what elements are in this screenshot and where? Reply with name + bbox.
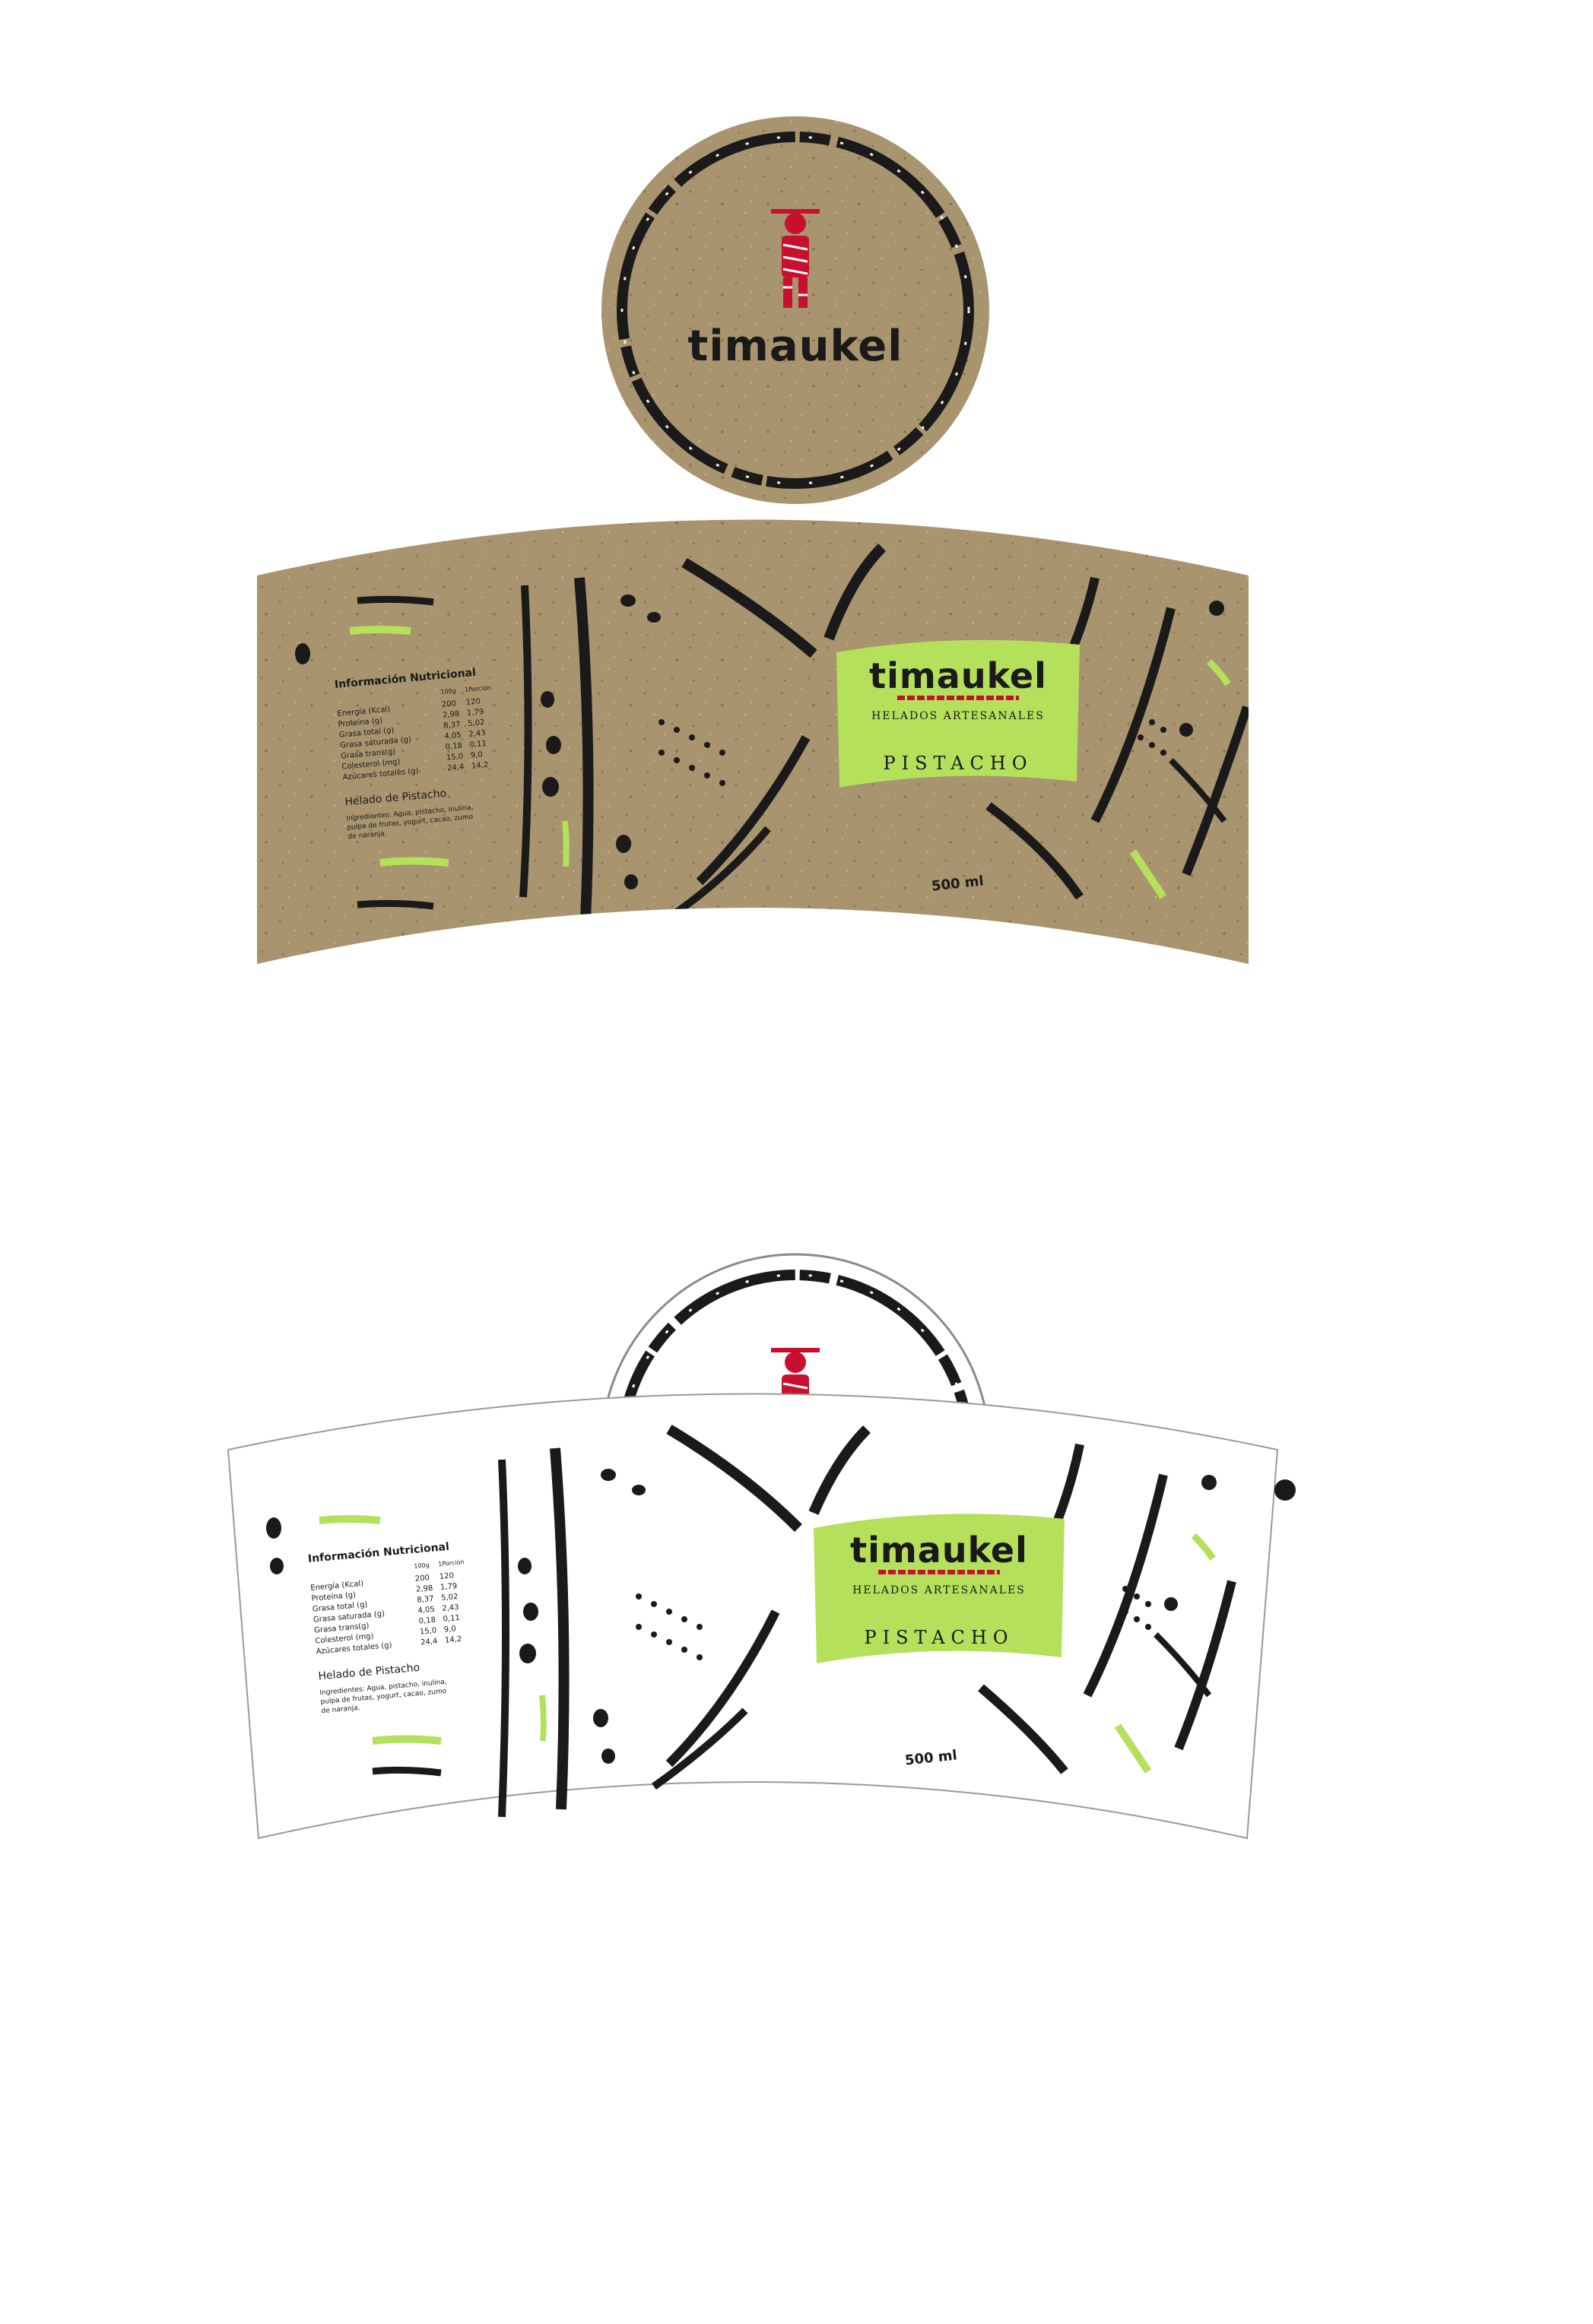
flavor-name: PISTACHO <box>864 1627 1014 1648</box>
brush-stroke-icon <box>372 1766 442 1777</box>
nutrition-row-value: 2,43 <box>468 729 486 739</box>
flavor-name: PISTACHO <box>883 753 1033 774</box>
nutrition-row-value: 9,0 <box>443 1625 456 1634</box>
nutrition-row-value: 0,18 <box>418 1616 436 1626</box>
brand-subtitle: HELADOS ARTESANALES <box>871 710 1045 722</box>
lid-brand-name: timaukel <box>688 322 903 371</box>
nutrition-row-value: 200 <box>441 699 456 709</box>
nutrition-row-value: 2,43 <box>442 1603 459 1613</box>
nutrition-row-value: 5,02 <box>468 718 485 728</box>
nutrition-row-value: 15,0 <box>420 1627 437 1637</box>
nutrition-row-value: 14,2 <box>471 761 489 771</box>
nutrition-row-value: 1,79 <box>467 708 484 718</box>
nutrition-row-value: 24,4 <box>420 1638 438 1647</box>
nutrition-row-value: 14,2 <box>445 1635 462 1645</box>
green-accent-icon <box>562 820 570 867</box>
nutrition-row-value: 0,11 <box>443 1614 460 1624</box>
brush-stroke-icon <box>498 1459 509 1818</box>
nutrition-row-value: 15,0 <box>446 753 464 763</box>
nutrition-row-value: 2,98 <box>443 710 460 720</box>
green-accent-icon <box>319 1515 381 1524</box>
nutrition-row-value: 4,05 <box>417 1606 435 1615</box>
nutrition-row-value: 120 <box>465 697 481 707</box>
top-lid-kraft: timaukel <box>601 116 989 504</box>
green-accent-icon <box>372 1735 442 1745</box>
packaging-layout: timaukel timaukel HELADOS ARTESANALES PI… <box>227 116 1296 1840</box>
brush-stroke-icon <box>357 595 434 606</box>
top-sleeve-kraft: timaukel HELADOS ARTESANALES PISTACHO 50… <box>257 519 1249 964</box>
nutrition-col-100g: 100g <box>414 1561 430 1570</box>
sleeve-brand-name: timaukel <box>850 1530 1028 1571</box>
green-accent-icon <box>539 1695 547 1742</box>
nutrition-row-value: 1,79 <box>440 1582 458 1592</box>
brand-subtitle: HELADOS ARTESANALES <box>852 1584 1026 1596</box>
nutrition-row-value: 0,11 <box>469 740 487 750</box>
nutrition-row-value: 8,37 <box>417 1595 434 1605</box>
nutrition-row-value: 5,02 <box>441 1593 459 1603</box>
nutrition-row-value: 8,37 <box>443 721 461 731</box>
green-accent-icon <box>379 857 449 867</box>
bottom-sleeve-white: timaukel HELADOS ARTESANALES PISTACHO 50… <box>227 1393 1296 1840</box>
brush-stroke-icon <box>357 899 434 910</box>
green-accent-icon <box>349 626 411 635</box>
nutrition-col-100g: 100g <box>440 687 456 696</box>
nutrition-row-value: 9,0 <box>470 750 483 759</box>
lid-background <box>601 116 989 504</box>
nutrition-row-value: 2,98 <box>416 1584 433 1594</box>
nutrition-row-value: 120 <box>439 1571 454 1581</box>
nutrition-row-value: 200 <box>414 1574 430 1584</box>
sleeve-brand-name: timaukel <box>869 655 1047 696</box>
nutrition-row-value: 24,4 <box>447 763 465 773</box>
nutrition-row-value: 0,18 <box>445 742 462 752</box>
nutrition-row-value: 4,05 <box>444 731 462 741</box>
